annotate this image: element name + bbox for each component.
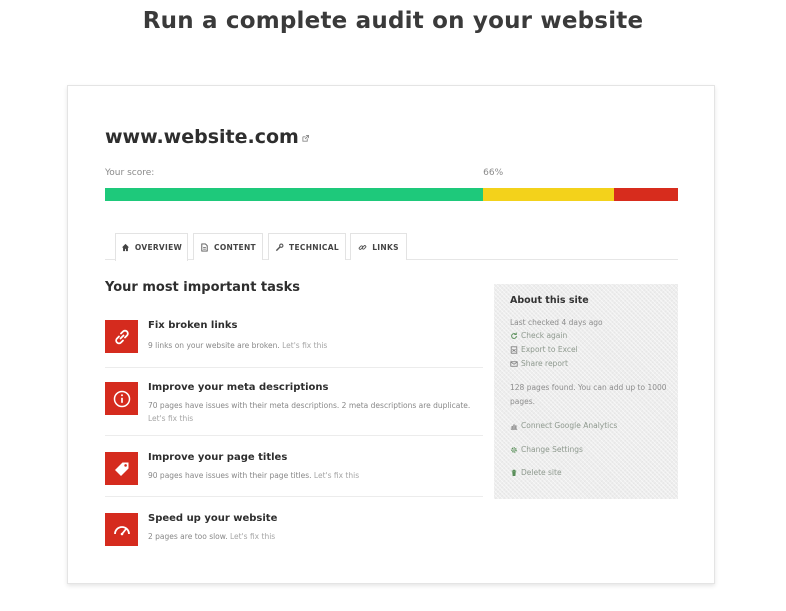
task-title[interactable]: Speed up your website bbox=[148, 513, 277, 524]
score-bar bbox=[105, 188, 678, 201]
page-headline: Run a complete audit on your website bbox=[142, 8, 644, 34]
score-label: Your score: bbox=[105, 168, 155, 178]
task-description: 90 pages have issues with their page tit… bbox=[148, 469, 483, 482]
document-icon bbox=[201, 242, 208, 252]
fix-link[interactable]: Let's fix this bbox=[282, 341, 327, 350]
task-item-meta-descriptions: Improve your meta descriptions 70 pages … bbox=[105, 382, 483, 432]
score-segment-yellow bbox=[483, 188, 614, 201]
refresh-icon bbox=[511, 332, 517, 339]
divider bbox=[105, 435, 483, 436]
wrench-icon bbox=[275, 243, 284, 251]
fix-link[interactable]: Let's fix this bbox=[148, 414, 193, 423]
fix-link[interactable]: Let's fix this bbox=[314, 471, 359, 480]
divider bbox=[105, 367, 483, 368]
divider bbox=[105, 496, 483, 497]
task-description: 9 links on your website are broken. Let'… bbox=[148, 339, 483, 352]
analytics-label: Connect Google Analytics bbox=[521, 421, 618, 430]
task-description: 70 pages have issues with their meta des… bbox=[148, 399, 483, 425]
about-title: About this site bbox=[510, 295, 589, 306]
share-report-link[interactable]: Share report bbox=[510, 359, 568, 368]
score-segment-green bbox=[105, 188, 484, 201]
task-desc-text: 90 pages have issues with their page tit… bbox=[148, 471, 312, 480]
site-title: www.website.com bbox=[105, 126, 309, 148]
pages-found-text: 128 pages found. You can add up to 1000 … bbox=[510, 383, 667, 406]
fix-link[interactable]: Let's fix this bbox=[230, 532, 275, 541]
broken-link-icon bbox=[105, 320, 138, 353]
task-description: 2 pages are too slow. Let's fix this bbox=[148, 530, 483, 543]
tab-label: CONTENT bbox=[214, 242, 256, 252]
tab-overview[interactable]: OVERVIEW bbox=[115, 233, 188, 261]
trash-icon bbox=[511, 469, 517, 476]
delete-label: Delete site bbox=[521, 468, 562, 477]
speedometer-icon bbox=[105, 513, 138, 546]
info-icon bbox=[105, 382, 138, 415]
tasks-section-title: Your most important tasks bbox=[105, 280, 301, 295]
last-checked: Last checked 4 days ago bbox=[510, 318, 603, 327]
score-value: 66% bbox=[483, 168, 504, 178]
tab-technical[interactable]: TECHNICAL bbox=[268, 233, 346, 260]
about-site-panel: About this site Last checked 4 days ago … bbox=[494, 284, 678, 499]
delete-site-link[interactable]: Delete site bbox=[510, 468, 562, 477]
tab-links[interactable]: LINKS bbox=[350, 233, 407, 260]
home-icon bbox=[121, 243, 129, 252]
tag-icon bbox=[105, 452, 138, 485]
tab-label: OVERVIEW bbox=[134, 243, 183, 252]
link-icon bbox=[358, 244, 367, 250]
task-title[interactable]: Fix broken links bbox=[148, 320, 238, 331]
tab-bar: OVERVIEW CONTENT TECHNICAL LINKS bbox=[105, 233, 678, 261]
connect-analytics-link[interactable]: Connect Google Analytics bbox=[510, 421, 617, 430]
export-excel-link[interactable]: Export to Excel bbox=[510, 345, 578, 354]
task-desc-text: 9 links on your website are broken. bbox=[148, 341, 280, 350]
task-title[interactable]: Improve your meta descriptions bbox=[148, 382, 329, 393]
task-item-page-titles: Improve your page titles 90 pages have i… bbox=[105, 452, 483, 492]
last-checked-text: Last checked 4 days ago bbox=[510, 318, 603, 327]
score-segment-red bbox=[613, 188, 678, 201]
check-again-link[interactable]: Check again bbox=[510, 331, 567, 340]
bar-chart-icon bbox=[510, 423, 518, 430]
settings-label: Change Settings bbox=[521, 445, 583, 454]
audit-card: www.website.com Your score: 66% OVERVIEW… bbox=[67, 85, 715, 584]
tab-label: TECHNICAL bbox=[289, 242, 339, 252]
envelope-icon bbox=[510, 360, 518, 367]
spreadsheet-icon bbox=[510, 345, 518, 354]
export-label: Export to Excel bbox=[521, 345, 578, 354]
external-link-icon[interactable] bbox=[302, 125, 309, 147]
check-again-label: Check again bbox=[521, 331, 568, 340]
task-desc-text: 70 pages have issues with their meta des… bbox=[148, 401, 471, 410]
site-url[interactable]: www.website.com bbox=[105, 126, 299, 148]
task-desc-text: 2 pages are too slow. bbox=[148, 532, 228, 541]
tab-label: LINKS bbox=[372, 242, 399, 252]
tab-content[interactable]: CONTENT bbox=[193, 233, 263, 260]
share-label: Share report bbox=[521, 359, 568, 368]
change-settings-link[interactable]: Change Settings bbox=[510, 445, 583, 454]
task-title[interactable]: Improve your page titles bbox=[148, 452, 287, 463]
gear-icon bbox=[511, 446, 517, 453]
task-item-speed: Speed up your website 2 pages are too sl… bbox=[105, 513, 483, 553]
task-item-broken-links: Fix broken links 9 links on your website… bbox=[105, 320, 483, 360]
